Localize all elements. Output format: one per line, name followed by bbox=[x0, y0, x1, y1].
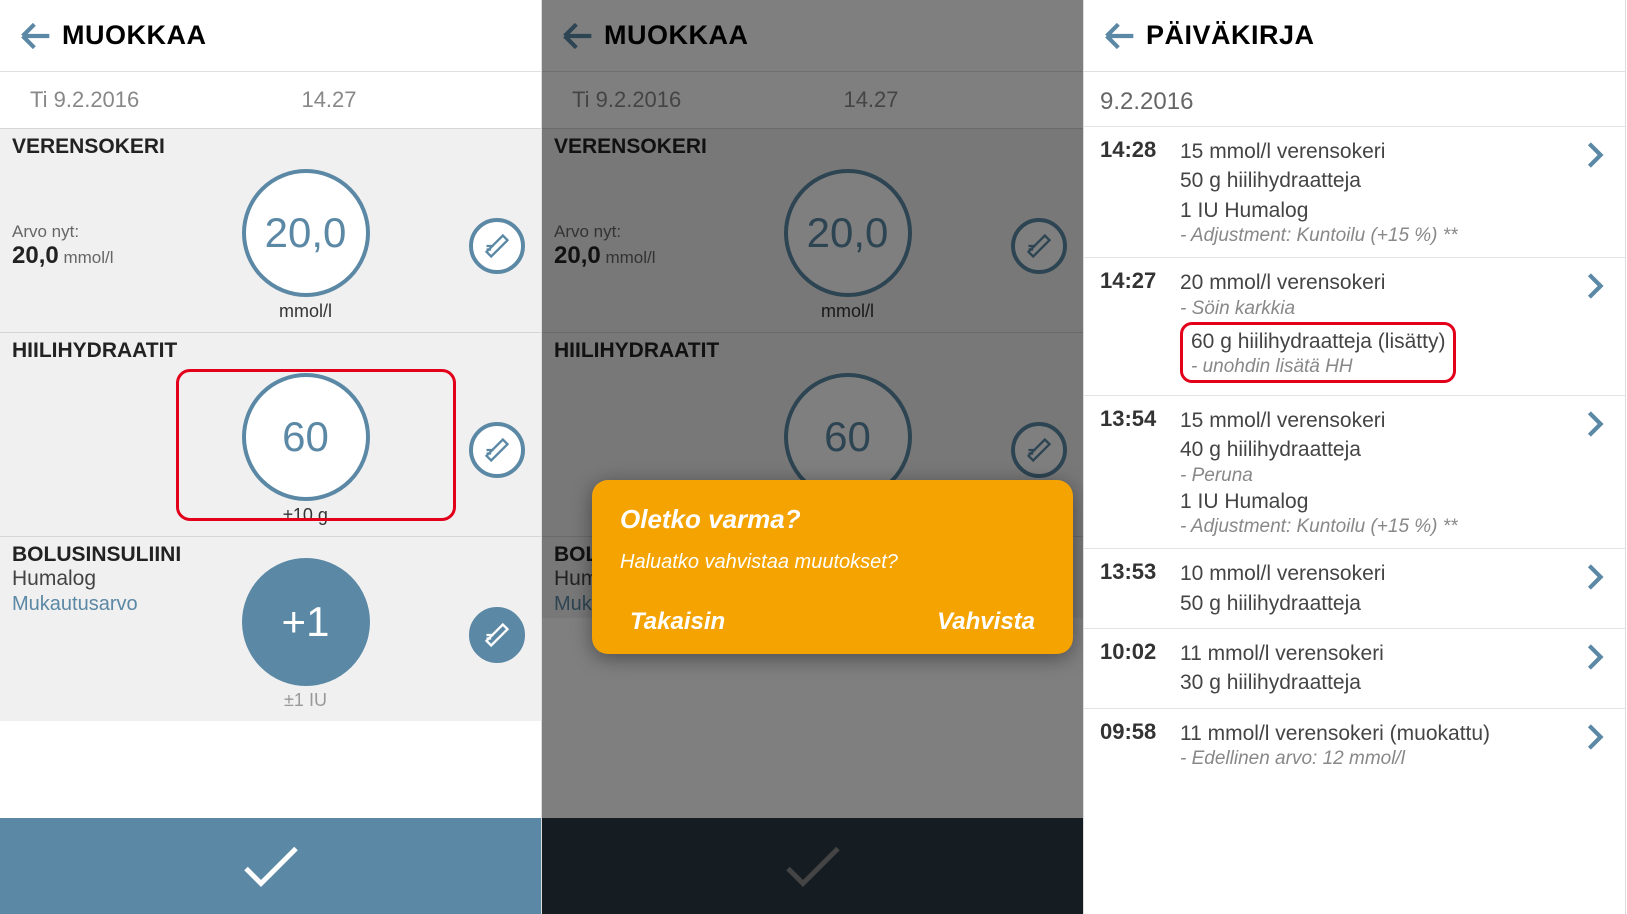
header: PÄIVÄKIRJA bbox=[1084, 0, 1625, 72]
entry-content: 20 mmol/l verensokeriSöin karkkia60 g hi… bbox=[1180, 268, 1577, 385]
chevron-right-icon[interactable] bbox=[1577, 268, 1613, 385]
entry-line: 15 mmol/l verensokeri bbox=[1180, 406, 1577, 435]
bg-unit: mmol/l bbox=[279, 301, 332, 322]
chevron-right-icon[interactable] bbox=[1577, 406, 1613, 538]
entry-content: 15 mmol/l verensokeri50 g hiilihydraatte… bbox=[1180, 137, 1577, 247]
diary-entry[interactable]: 10:0211 mmol/l verensokeri30 g hiilihydr… bbox=[1084, 628, 1625, 708]
time-label[interactable]: 14.27 bbox=[281, 87, 511, 113]
entry-line: 11 mmol/l verensokeri (muokattu) bbox=[1180, 719, 1577, 748]
entry-line: 15 mmol/l verensokeri bbox=[1180, 137, 1577, 166]
entry-time: 14:27 bbox=[1100, 268, 1180, 385]
edit-carb-button[interactable] bbox=[469, 422, 525, 478]
dialog-message: Haluatko vahvistaa muutokset? bbox=[620, 551, 1045, 574]
entry-time: 10:02 bbox=[1100, 639, 1180, 698]
back-icon[interactable] bbox=[1100, 16, 1140, 56]
chevron-right-icon[interactable] bbox=[1577, 719, 1613, 770]
diary-entry[interactable]: 14:2720 mmol/l verensokeriSöin karkkia60… bbox=[1084, 257, 1625, 395]
entry-line: 10 mmol/l verensokeri bbox=[1180, 559, 1577, 588]
highlight-annotation: 60 g hiilihydraatteja (lisätty)unohdin l… bbox=[1180, 322, 1456, 383]
chevron-right-icon[interactable] bbox=[1577, 137, 1613, 247]
entry-line: 30 g hiilihydraatteja bbox=[1180, 668, 1577, 697]
section-title: HIILIHYDRAATIT bbox=[0, 333, 541, 363]
bg-value-dial[interactable]: 20,0 bbox=[242, 169, 370, 297]
dialog-confirm-button[interactable]: Vahvista bbox=[937, 608, 1035, 636]
diary-entry[interactable]: 09:5811 mmol/l verensokeri (muokattu)Ede… bbox=[1084, 708, 1625, 780]
edit-panel: MUOKKAA Ti 9.2.2016 14.27 VERENSOKERI Ar… bbox=[0, 0, 542, 914]
edit-panel-dimmed: MUOKKAA Ti 9.2.2016 14.27 VERENSOKERI Ar… bbox=[542, 0, 1084, 914]
section-bolus: BOLUSINSULIINI Humalog Mukautusarvo +1 ±… bbox=[0, 536, 541, 721]
diary-list[interactable]: 14:2815 mmol/l verensokeri50 g hiilihydr… bbox=[1084, 126, 1625, 914]
now-label: Arvo nyt: bbox=[12, 222, 142, 242]
confirm-button[interactable] bbox=[0, 818, 541, 914]
carb-unit: ±10 g bbox=[283, 505, 328, 526]
back-icon[interactable] bbox=[16, 16, 56, 56]
confirm-dialog: Oletko varma? Haluatko vahvistaa muutoks… bbox=[592, 480, 1073, 654]
edit-bg-button[interactable] bbox=[469, 218, 525, 274]
entry-content: 11 mmol/l verensokeri30 g hiilihydraatte… bbox=[1180, 639, 1577, 698]
diary-entry[interactable]: 13:5310 mmol/l verensokeri50 g hiilihydr… bbox=[1084, 548, 1625, 628]
entry-content: 10 mmol/l verensokeri50 g hiilihydraatte… bbox=[1180, 559, 1577, 618]
entry-time: 14:28 bbox=[1100, 137, 1180, 247]
entry-content: 15 mmol/l verensokeri40 g hiilihydraatte… bbox=[1180, 406, 1577, 538]
entry-line: 60 g hiilihydraatteja (lisätty) bbox=[1191, 327, 1445, 356]
entry-line: 50 g hiilihydraatteja bbox=[1180, 589, 1577, 618]
entry-note: Peruna bbox=[1180, 465, 1577, 487]
entry-line: 1 IU Humalog bbox=[1180, 487, 1577, 516]
entry-time: 13:53 bbox=[1100, 559, 1180, 618]
now-unit: mmol/l bbox=[63, 248, 113, 267]
entry-note: Adjustment: Kuntoilu (+15 %) ** bbox=[1180, 225, 1577, 247]
date-label[interactable]: Ti 9.2.2016 bbox=[30, 87, 281, 113]
bolus-unit: ±1 IU bbox=[284, 690, 327, 711]
page-title: PÄIVÄKIRJA bbox=[1146, 20, 1315, 51]
entry-time: 09:58 bbox=[1100, 719, 1180, 770]
page-title: MUOKKAA bbox=[62, 20, 207, 51]
header: MUOKKAA bbox=[0, 0, 541, 72]
current-value: Arvo nyt: 20,0 mmol/l bbox=[12, 222, 142, 270]
diary-entry[interactable]: 14:2815 mmol/l verensokeri50 g hiilihydr… bbox=[1084, 126, 1625, 257]
entry-line: 1 IU Humalog bbox=[1180, 196, 1577, 225]
chevron-right-icon[interactable] bbox=[1577, 559, 1613, 618]
now-value: 20,0 bbox=[12, 242, 59, 269]
bolus-value-dial[interactable]: +1 bbox=[242, 558, 370, 686]
dialog-back-button[interactable]: Takaisin bbox=[630, 608, 725, 636]
diary-date: 9.2.2016 bbox=[1084, 72, 1625, 126]
entry-note: Söin karkkia bbox=[1180, 298, 1577, 320]
entry-line: 50 g hiilihydraatteja bbox=[1180, 166, 1577, 195]
edit-bolus-button[interactable] bbox=[469, 607, 525, 663]
modal-overlay[interactable] bbox=[542, 0, 1083, 914]
entry-content: 11 mmol/l verensokeri (muokattu)Edelline… bbox=[1180, 719, 1577, 770]
carb-value-dial[interactable]: 60 bbox=[242, 373, 370, 501]
section-bloodsugar: VERENSOKERI Arvo nyt: 20,0 mmol/l 20,0 m… bbox=[0, 128, 541, 332]
section-carbs: HIILIHYDRAATIT 60 ±10 g bbox=[0, 332, 541, 536]
entry-note: Edellinen arvo: 12 mmol/l bbox=[1180, 748, 1577, 770]
entry-line: 11 mmol/l verensokeri bbox=[1180, 639, 1577, 668]
entry-note: unohdin lisätä HH bbox=[1191, 356, 1445, 378]
section-title: VERENSOKERI bbox=[0, 129, 541, 159]
entry-note: Adjustment: Kuntoilu (+15 %) ** bbox=[1180, 516, 1577, 538]
chevron-right-icon[interactable] bbox=[1577, 639, 1613, 698]
diary-panel: PÄIVÄKIRJA 9.2.2016 14:2815 mmol/l veren… bbox=[1084, 0, 1626, 914]
datetime-row: Ti 9.2.2016 14.27 bbox=[0, 72, 541, 128]
dialog-title: Oletko varma? bbox=[620, 504, 1045, 535]
diary-entry[interactable]: 13:5415 mmol/l verensokeri40 g hiilihydr… bbox=[1084, 395, 1625, 548]
entry-line: 20 mmol/l verensokeri bbox=[1180, 268, 1577, 297]
entry-time: 13:54 bbox=[1100, 406, 1180, 538]
entry-line: 40 g hiilihydraatteja bbox=[1180, 435, 1577, 464]
